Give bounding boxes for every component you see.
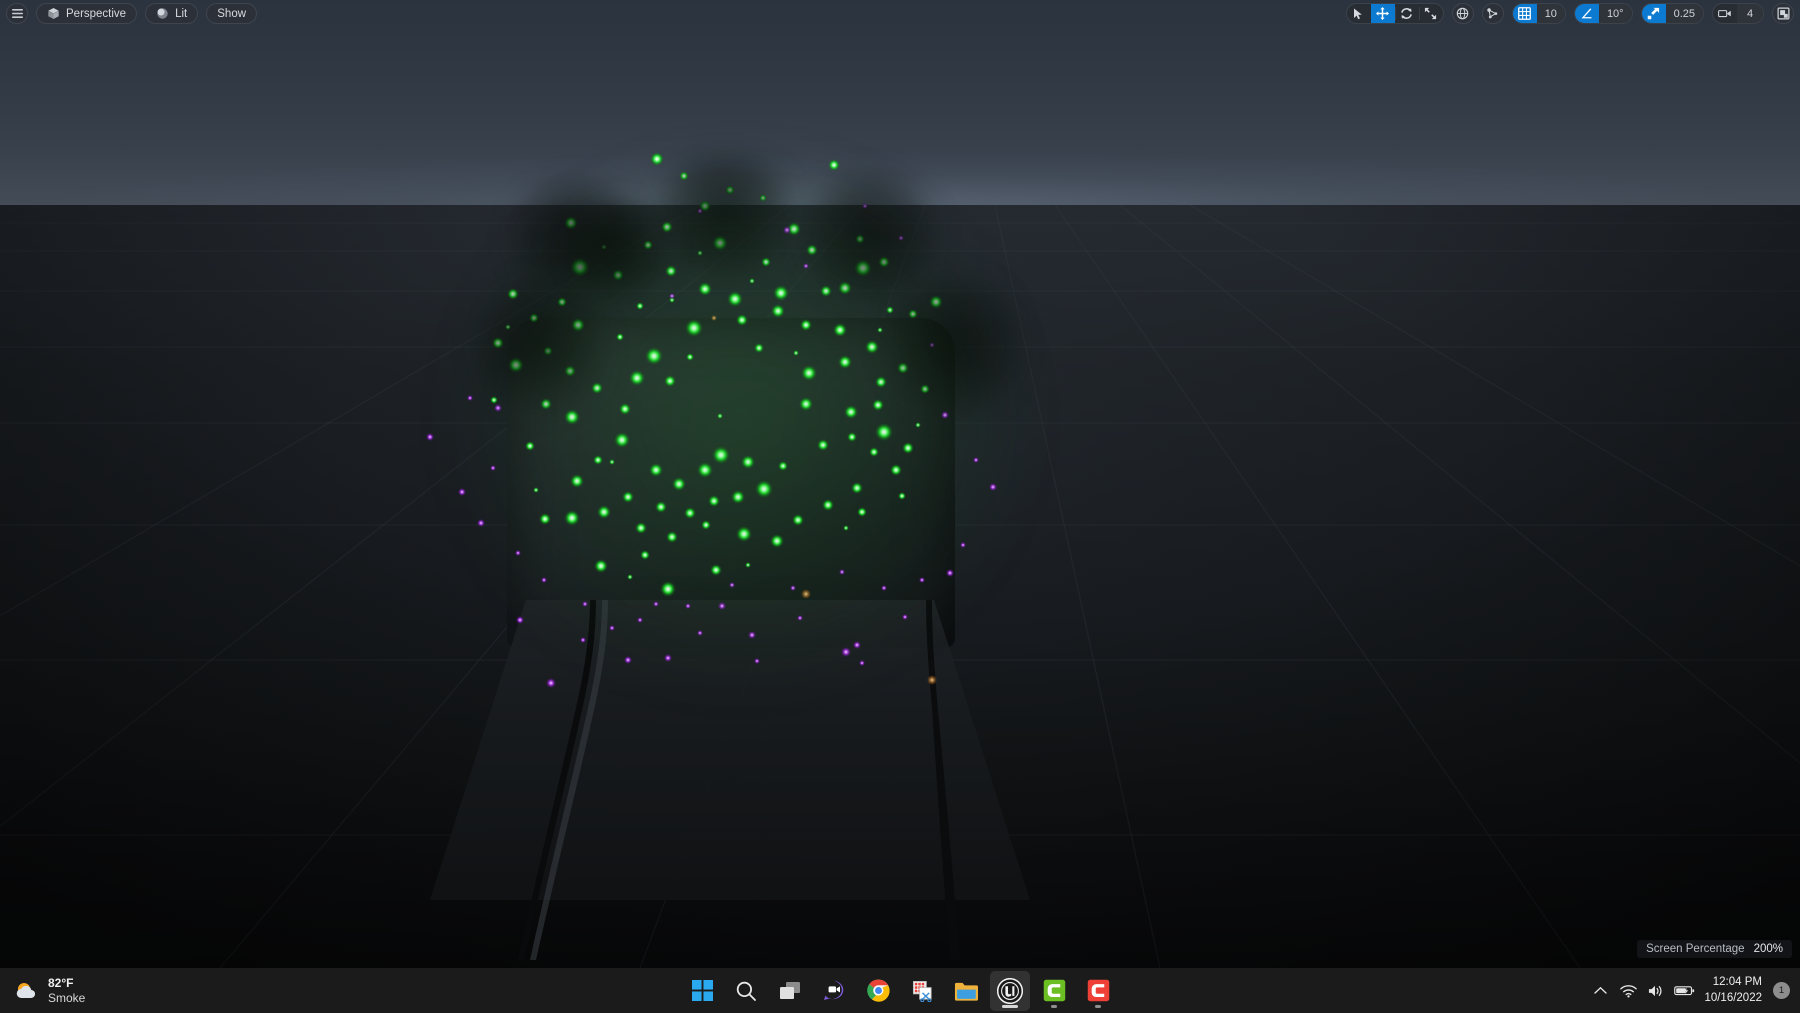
show-flags-label: Show — [217, 7, 247, 20]
system-tray: 12:04 PM 10/16/2022 1 — [1586, 968, 1800, 1013]
coordinate-system-button[interactable] — [1451, 3, 1474, 24]
angle-snap-toggle[interactable] — [1574, 4, 1599, 23]
unreal-engine-icon — [997, 977, 1023, 1004]
weather-widget[interactable]: 82°F Smoke — [0, 968, 330, 1013]
search-button[interactable] — [726, 971, 766, 1011]
view-mode-button[interactable]: Lit — [145, 3, 199, 24]
chat-button[interactable] — [814, 971, 854, 1011]
wifi-icon — [1620, 984, 1637, 998]
cube-icon — [47, 7, 60, 20]
select-tool-button[interactable] — [1347, 4, 1371, 23]
taskbar-app-buttons — [682, 968, 1118, 1013]
notification-badge[interactable]: 1 — [1773, 982, 1790, 999]
scale-snap-toggle[interactable] — [1641, 4, 1666, 23]
clion-button[interactable] — [1034, 971, 1074, 1011]
globe-icon — [1456, 7, 1469, 20]
snipping-tool-icon — [911, 980, 934, 1002]
vertex-snap-icon — [1486, 7, 1499, 20]
hamburger-menu-icon — [11, 9, 23, 18]
screen-percentage-label: Screen Percentage — [1646, 943, 1745, 955]
grid-icon — [1518, 7, 1532, 20]
task-view-icon — [779, 981, 801, 1001]
capcut-button[interactable] — [1078, 971, 1118, 1011]
running-indicator — [1002, 1004, 1018, 1008]
file-explorer-button[interactable] — [946, 971, 986, 1011]
move-arrows-icon — [1376, 7, 1390, 20]
volume-button[interactable] — [1642, 973, 1670, 1009]
camera-speed-toggle[interactable] — [1713, 4, 1737, 23]
scale-tool-button[interactable] — [1418, 4, 1443, 23]
angle-snap-group[interactable]: 10° — [1573, 3, 1633, 24]
running-indicator — [1095, 1004, 1101, 1008]
maximize-viewport-icon — [1777, 7, 1790, 20]
screen: Perspective Lit Show 10 10° 0.25 4 Scree… — [0, 0, 1800, 1013]
surface-snapping-button[interactable] — [1481, 3, 1504, 24]
scale-snap-icon — [1647, 7, 1660, 20]
clock-date: 10/16/2022 — [1704, 991, 1762, 1004]
battery-button[interactable] — [1670, 973, 1698, 1009]
chair-outline — [518, 600, 960, 960]
cursor-arrow-icon — [1353, 8, 1364, 20]
chrome-button[interactable] — [858, 971, 898, 1011]
maximize-viewport-button[interactable] — [1772, 3, 1794, 24]
network-button[interactable] — [1614, 973, 1642, 1009]
chevron-up-icon — [1594, 986, 1607, 995]
grid-snap-group[interactable]: 10 — [1511, 3, 1566, 24]
snipping-tool-button[interactable] — [902, 971, 942, 1011]
scale-arrows-icon — [1424, 7, 1437, 20]
viewport-type-button[interactable]: Perspective — [36, 3, 138, 24]
view-mode-label: Lit — [175, 7, 188, 20]
translate-tool-button[interactable] — [1370, 4, 1395, 23]
folder-icon — [954, 981, 978, 1001]
viewport-options-menu-button[interactable] — [6, 3, 28, 24]
windows-taskbar: 82°F Smoke 12:04 PM 10/16/2022 1 — [0, 968, 1800, 1013]
clock-time: 12:04 PM — [1712, 976, 1762, 989]
angle-snap-value[interactable]: 10° — [1598, 4, 1632, 23]
start-button[interactable] — [682, 971, 722, 1011]
camera-speed-group[interactable]: 4 — [1712, 3, 1764, 24]
scale-snap-group[interactable]: 0.25 — [1640, 3, 1704, 24]
weather-temperature: 82°F — [48, 976, 74, 991]
green-c-icon — [1043, 979, 1066, 1002]
scale-snap-value[interactable]: 0.25 — [1665, 4, 1703, 23]
clock[interactable]: 12:04 PM 10/16/2022 — [1698, 975, 1771, 1005]
running-indicator — [1051, 1004, 1057, 1008]
show-hidden-icons-button[interactable] — [1586, 973, 1614, 1009]
angle-icon — [1580, 7, 1593, 20]
grid-snap-value[interactable]: 10 — [1536, 4, 1565, 23]
level-viewport[interactable]: Perspective Lit Show 10 10° 0.25 4 Scree… — [0, 0, 1800, 968]
unreal-engine-button[interactable] — [990, 970, 1030, 1011]
camera-icon — [1718, 8, 1732, 19]
viewport-type-label: Perspective — [66, 7, 127, 20]
screen-percentage-stat: Screen Percentage 200% — [1637, 940, 1792, 958]
grid-snap-toggle[interactable] — [1512, 4, 1537, 23]
rotate-tool-button[interactable] — [1394, 4, 1419, 23]
camera-speed-value[interactable]: 4 — [1737, 4, 1763, 23]
sphere-icon — [156, 7, 169, 20]
transform-tool-group[interactable] — [1345, 3, 1444, 24]
weather-condition: Smoke — [48, 990, 86, 1005]
red-c-icon — [1087, 979, 1110, 1002]
screen-percentage-value: 200% — [1753, 943, 1783, 955]
chat-video-icon — [823, 980, 845, 1001]
search-icon — [735, 980, 757, 1002]
battery-charging-icon — [1674, 984, 1695, 997]
windows-logo-icon — [691, 980, 713, 1001]
sun-cloud-icon — [12, 980, 39, 1002]
chrome-icon — [866, 979, 890, 1002]
show-flags-button[interactable]: Show — [206, 3, 258, 24]
task-view-button[interactable] — [770, 971, 810, 1011]
rotate-arrows-icon — [1400, 7, 1413, 20]
speaker-icon — [1648, 984, 1665, 998]
